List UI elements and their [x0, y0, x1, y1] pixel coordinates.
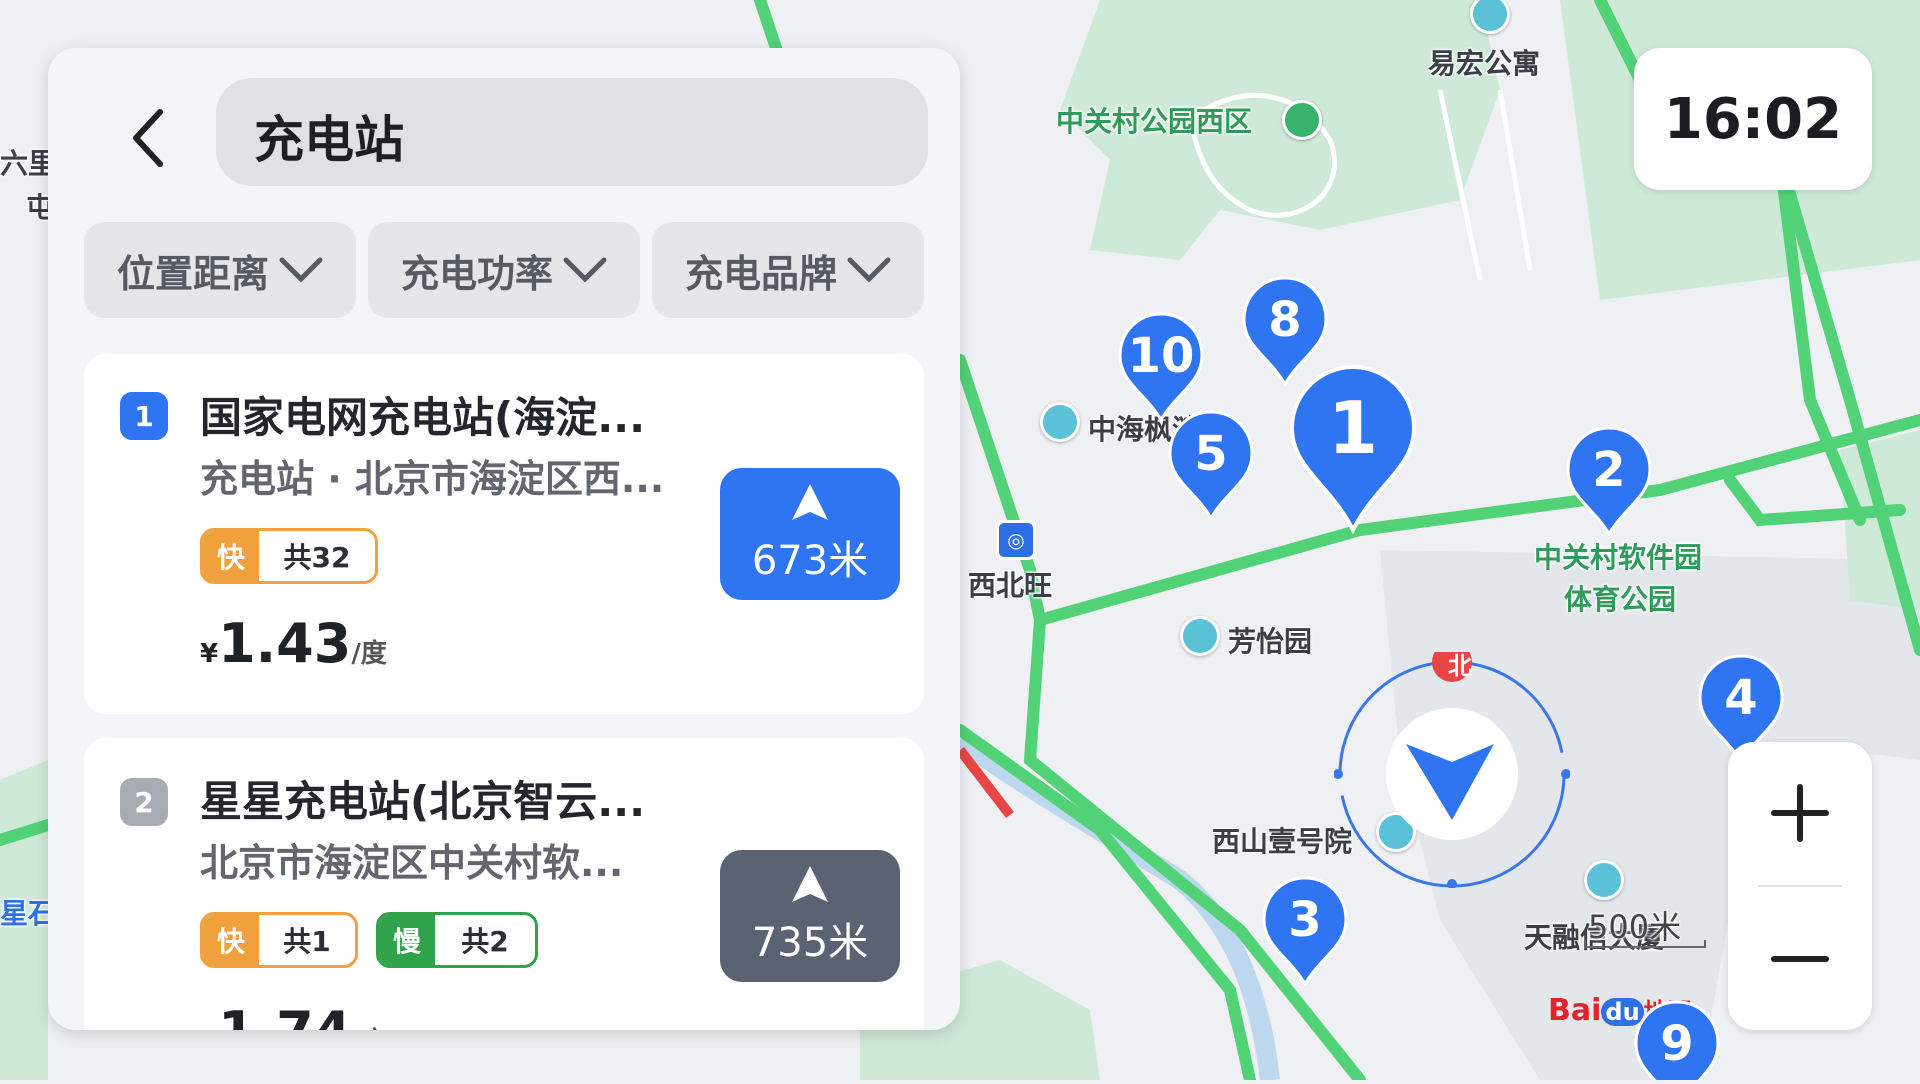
zoom-in-button[interactable]	[1728, 742, 1872, 884]
map-scale-bar	[1584, 940, 1706, 948]
map-label-software-park: 中关村软件园	[1534, 541, 1703, 574]
filter-brand[interactable]: 充电品牌	[652, 222, 924, 318]
plus-icon	[1771, 784, 1829, 842]
result-address: 充电站 · 北京市海淀区西...	[200, 457, 665, 501]
distance-text: 735米	[751, 920, 869, 966]
result-card[interactable]: 2 星星充电站(北京智云... 北京市海淀区中关村软... 快 共1 慢 共2 …	[84, 738, 924, 1030]
compass-north-label: 北	[1448, 652, 1472, 680]
map-label-software-park-2: 体育公园	[1564, 583, 1677, 616]
result-card[interactable]: 1 国家电网充电站(海淀... 充电站 · 北京市海淀区西... 快 共32 ¥…	[84, 354, 924, 714]
charger-tag-fast: 快 共32	[200, 528, 378, 584]
poi-icon[interactable]	[1584, 860, 1624, 900]
navigate-arrow-icon	[792, 866, 828, 902]
navigate-button[interactable]: 673米	[720, 468, 900, 600]
result-index-badge: 1	[120, 392, 168, 440]
filter-power[interactable]: 充电功率	[368, 222, 640, 318]
map-marker[interactable]: 9	[1632, 1000, 1722, 1080]
search-input[interactable]: 充电站	[216, 78, 928, 186]
metro-station-icon[interactable]: ◎	[996, 520, 1036, 560]
filter-distance[interactable]: 位置距离	[84, 222, 356, 318]
charger-tag-slow: 慢 共2	[376, 912, 538, 968]
search-query-text: 充电站	[254, 111, 404, 169]
result-price: ¥1.74/度	[200, 1000, 387, 1030]
map-marker[interactable]: 2	[1564, 426, 1654, 537]
map-label-fangyi: 芳怡园	[1228, 625, 1313, 658]
back-button[interactable]	[108, 98, 188, 178]
chevron-left-icon	[133, 109, 163, 167]
zoom-divider	[1758, 885, 1842, 887]
park-poi-icon[interactable]	[1282, 100, 1322, 140]
chevron-down-icon	[563, 257, 607, 283]
result-index-badge: 2	[120, 778, 168, 826]
charger-tag-fast: 快 共1	[200, 912, 358, 968]
result-address: 北京市海淀区中关村软...	[200, 841, 624, 885]
current-location-compass[interactable]	[1334, 652, 1570, 888]
map-marker[interactable]: 10	[1116, 312, 1206, 423]
poi-icon[interactable]	[1180, 616, 1220, 656]
map-label-zgc-park: 中关村公园西区	[1056, 105, 1253, 138]
map-label-xibeiwang: 西北旺	[968, 569, 1053, 602]
filter-label: 充电品牌	[684, 251, 837, 296]
map-marker[interactable]: 3	[1260, 876, 1350, 987]
filter-label: 充电功率	[400, 251, 553, 296]
distance-text: 673米	[751, 538, 869, 584]
chevron-down-icon	[847, 257, 891, 283]
result-title: 国家电网充电站(海淀...	[200, 393, 646, 442]
map-label-xishan: 西山壹号院	[1212, 825, 1353, 858]
map-label-yihong: 易宏公寓	[1428, 47, 1541, 80]
filter-label: 位置距离	[116, 251, 269, 296]
result-title: 星星充电站(北京智云...	[200, 777, 646, 826]
clock: 16:02	[1634, 48, 1872, 190]
minus-icon	[1771, 956, 1829, 962]
search-results-panel: 充电站 位置距离 充电功率 充电品牌 1 国家电网充电站(海淀... 充电站 ·…	[48, 48, 960, 1030]
navigate-arrow-icon	[792, 484, 828, 520]
navigate-button[interactable]: 735米	[720, 850, 900, 982]
result-price: ¥1.43/度	[200, 612, 387, 675]
zoom-out-button[interactable]	[1728, 888, 1872, 1030]
map-marker-selected[interactable]: 1	[1288, 364, 1418, 535]
zoom-control	[1728, 742, 1872, 1030]
chevron-down-icon	[279, 257, 323, 283]
poi-icon[interactable]	[1040, 402, 1080, 442]
map-marker[interactable]: 5	[1166, 410, 1256, 521]
